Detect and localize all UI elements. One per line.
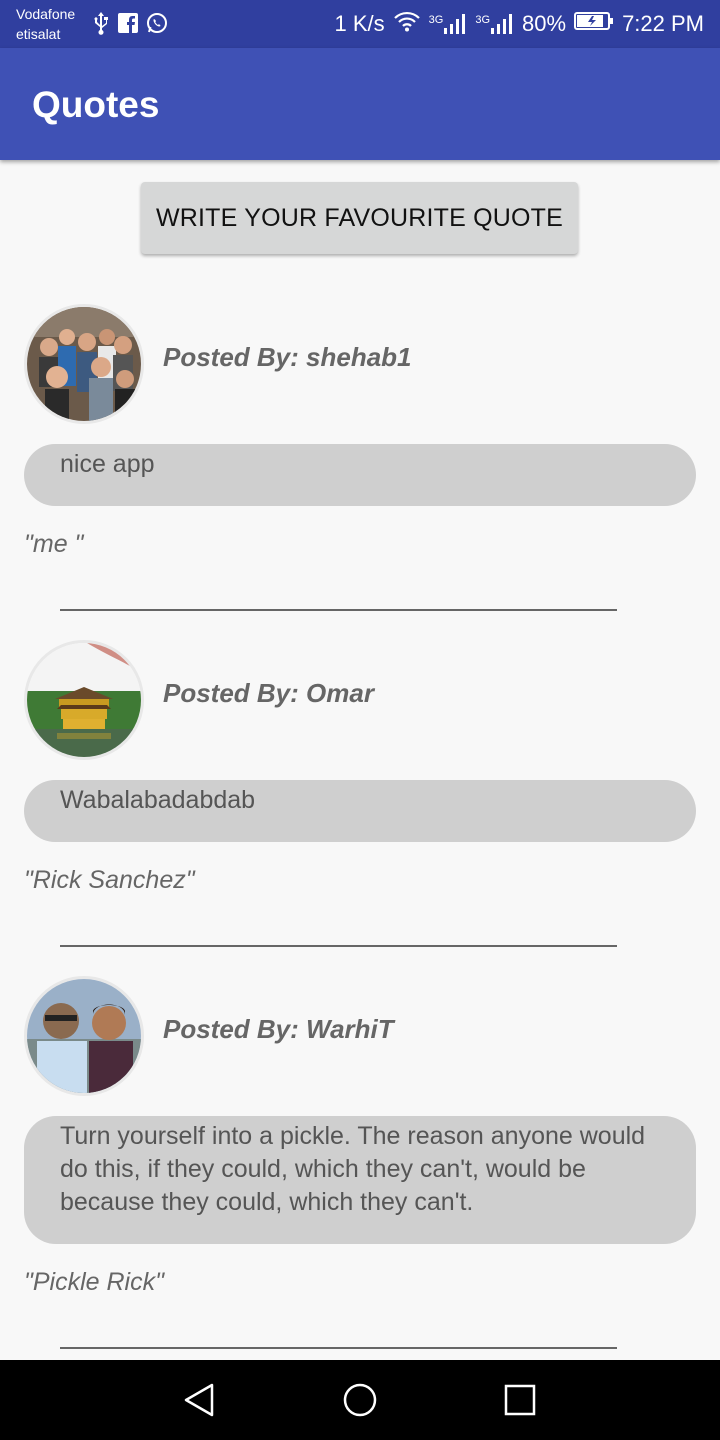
- divider: [60, 609, 617, 611]
- quote-author: "Pickle Rick": [24, 1268, 164, 1296]
- carrier-2: etisalat: [16, 26, 61, 42]
- back-icon[interactable]: [180, 1380, 220, 1420]
- list-item: Posted By: WarhiT Turn yourself into a p…: [0, 976, 720, 1349]
- divider: [60, 945, 617, 947]
- wifi-icon: [393, 10, 421, 38]
- quote-author: "me ": [24, 530, 84, 558]
- status-bar: Vodafone etisalat 1 K/s 3G 3G 80% 7:22 P…: [0, 0, 720, 48]
- list-item: Posted By: shehab1 nice app "me ": [0, 304, 720, 640]
- usb-icon: [92, 11, 110, 40]
- clock: 7:22 PM: [622, 11, 704, 36]
- navigation-bar: [0, 1360, 720, 1440]
- quote-text: nice app: [24, 444, 696, 506]
- avatar[interactable]: [24, 640, 144, 760]
- network-type-1: 3G: [428, 14, 444, 26]
- quote-author: "Rick Sanchez": [24, 866, 195, 894]
- home-icon[interactable]: [340, 1380, 380, 1420]
- quotes-list[interactable]: WRITE YOUR FAVOURITE QUOTE Posted By: sh…: [0, 160, 720, 1360]
- list-item: Posted By: Omar Wabalabadabdab "Rick San…: [0, 640, 720, 976]
- app-bar: Quotes: [0, 48, 720, 160]
- posted-by-label: Posted By: shehab1: [163, 342, 412, 372]
- quote-text: Wabalabadabdab: [24, 780, 696, 842]
- battery-level: 80%: [522, 11, 567, 36]
- app-title: Quotes: [32, 84, 160, 125]
- battery-icon: [574, 11, 614, 37]
- carrier-names: Vodafone etisalat: [16, 4, 75, 44]
- avatar[interactable]: [24, 304, 144, 424]
- network-speed: 1 K/s: [334, 11, 385, 36]
- posted-by-label: Posted By: WarhiT: [163, 1014, 394, 1044]
- avatar[interactable]: [24, 976, 144, 1096]
- signal-icon: 3G: [429, 14, 468, 34]
- network-type-2: 3G: [475, 14, 491, 26]
- divider: [60, 1347, 617, 1349]
- write-quote-button[interactable]: WRITE YOUR FAVOURITE QUOTE: [141, 182, 578, 254]
- whatsapp-icon: [146, 12, 168, 39]
- facebook-icon: [118, 13, 138, 38]
- posted-by-label: Posted By: Omar: [163, 678, 374, 708]
- recents-icon[interactable]: [500, 1380, 540, 1420]
- carrier-1: Vodafone: [16, 6, 76, 22]
- signal-icon: 3G: [475, 14, 514, 34]
- quote-text: Turn yourself into a pickle. The reason …: [24, 1116, 696, 1244]
